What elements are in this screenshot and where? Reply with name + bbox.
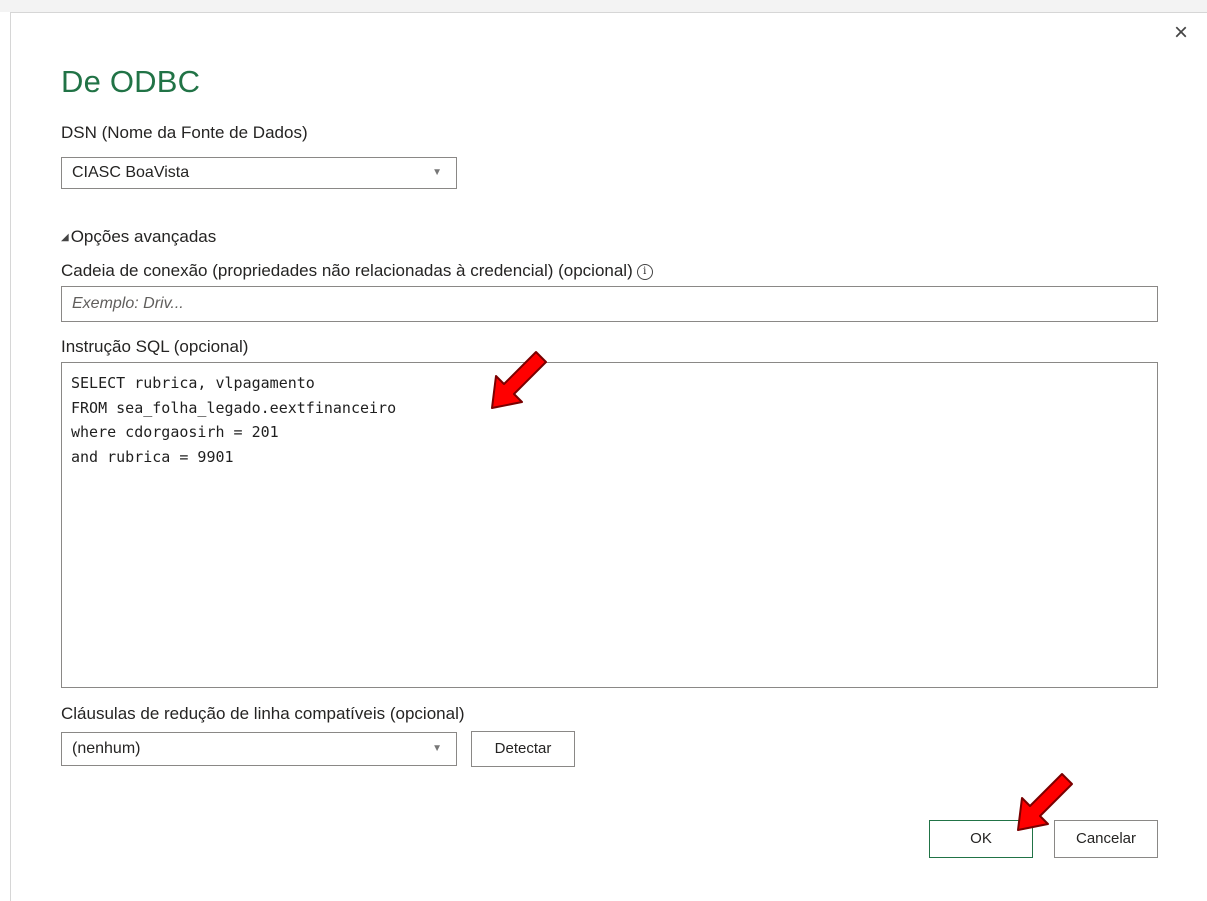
dialog-title: De ODBC [61, 64, 201, 99]
dsn-label: DSN (Nome da Fonte de Dados) [61, 123, 308, 142]
cancel-button[interactable]: Cancelar [1054, 820, 1158, 858]
row-reduction-label: Cláusulas de redução de linha compatívei… [61, 704, 465, 723]
close-icon[interactable]: × [1168, 20, 1194, 46]
background-window-strip [0, 0, 1207, 12]
chevron-down-icon: ▼ [432, 743, 442, 754]
dsn-selected-value: CIASC BoaVista [72, 164, 190, 181]
detect-button[interactable]: Detectar [471, 731, 575, 767]
connection-string-label-row: Cadeia de conexão (propriedades não rela… [61, 261, 653, 281]
sql-statement-textarea[interactable]: SELECT rubrica, vlpagamento FROM sea_fol… [61, 362, 1158, 688]
row-reduction-selected-value: (nenhum) [72, 740, 141, 757]
connection-string-label: Cadeia de conexão (propriedades não rela… [61, 261, 633, 280]
row-reduction-dropdown[interactable]: (nenhum) ▼ [61, 732, 457, 766]
sql-label: Instrução SQL (opcional) [61, 337, 249, 356]
connection-string-field[interactable] [61, 286, 1158, 322]
dsn-dropdown[interactable]: CIASC BoaVista ▼ [61, 157, 457, 189]
collapse-triangle-icon: ◢ [61, 232, 69, 243]
advanced-options-toggle[interactable]: ◢ Opções avançadas [61, 227, 216, 247]
info-icon[interactable]: i [636, 264, 653, 280]
ok-button[interactable]: OK [929, 820, 1033, 858]
connection-string-input[interactable] [62, 287, 1157, 321]
advanced-options-label: Opções avançadas [70, 227, 217, 246]
chevron-down-icon: ▼ [432, 167, 442, 178]
